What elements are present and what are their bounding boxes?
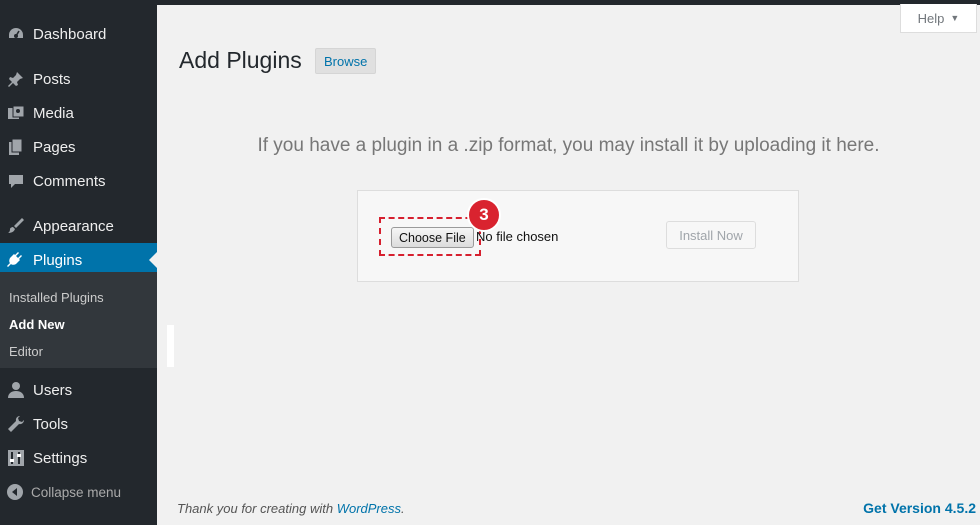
sidebar-item-tools[interactable]: Tools xyxy=(0,407,157,441)
footer-thanks-prefix: Thank you for creating with xyxy=(177,501,337,516)
cursor-marker xyxy=(167,325,174,367)
brush-icon xyxy=(7,217,25,235)
collapse-arrow-icon xyxy=(6,483,24,501)
install-now-button[interactable]: Install Now xyxy=(666,221,756,249)
user-icon xyxy=(7,381,25,399)
submenu-item-editor[interactable]: Editor xyxy=(9,344,43,359)
plugin-icon xyxy=(7,251,25,269)
sidebar-item-label: Pages xyxy=(33,138,76,156)
caret-down-icon: ▼ xyxy=(950,13,960,23)
wrench-icon xyxy=(7,415,25,433)
wordpress-link[interactable]: WordPress xyxy=(337,501,401,516)
submenu-item-add-new[interactable]: Add New xyxy=(9,317,65,332)
plugins-submenu: Installed Plugins Add New Editor xyxy=(0,272,157,368)
sidebar-item-label: Plugins xyxy=(33,251,83,269)
collapse-menu-label: Collapse menu xyxy=(31,484,122,500)
sidebar-item-label: Dashboard xyxy=(33,25,107,43)
sidebar-item-label: Settings xyxy=(33,449,88,467)
media-icon xyxy=(7,104,25,122)
sidebar-item-posts[interactable]: Posts xyxy=(0,62,157,96)
sidebar-item-pages[interactable]: Pages xyxy=(0,130,157,164)
collapse-menu-button[interactable]: Collapse menu xyxy=(0,478,157,506)
choose-file-button[interactable]: Choose File xyxy=(391,227,474,248)
get-version-link[interactable]: Get Version 4.5.2 xyxy=(863,500,976,516)
upload-description: If you have a plugin in a .zip format, y… xyxy=(257,135,880,156)
sidebar-item-dashboard[interactable]: Dashboard xyxy=(0,17,157,51)
footer-thanks-suffix: . xyxy=(401,501,405,516)
browse-button[interactable]: Browse xyxy=(315,48,377,74)
sidebar-item-label: Posts xyxy=(33,70,71,88)
comment-icon xyxy=(7,172,25,190)
dashboard-icon xyxy=(7,25,25,43)
sidebar-item-label: Tools xyxy=(33,415,69,433)
sidebar-item-settings[interactable]: Settings xyxy=(0,441,157,475)
step-number-badge: 3 xyxy=(467,198,501,232)
submenu-item-installed-plugins[interactable]: Installed Plugins xyxy=(9,290,104,305)
sidebar-item-label: Media xyxy=(33,104,74,122)
sidebar-item-appearance[interactable]: Appearance xyxy=(0,209,157,243)
sidebar-item-label: Comments xyxy=(33,172,106,190)
sidebar-item-comments[interactable]: Comments xyxy=(0,164,157,198)
sidebar-item-media[interactable]: Media xyxy=(0,96,157,130)
pages-icon xyxy=(7,138,25,156)
page-title: Add Plugins xyxy=(179,47,302,73)
sidebar-item-label: Users xyxy=(33,381,73,399)
settings-icon xyxy=(7,449,25,467)
pushpin-icon xyxy=(7,70,25,88)
sidebar-item-label: Appearance xyxy=(33,217,114,235)
help-tab-button[interactable]: Help ▼ xyxy=(900,4,977,33)
footer-thanks: Thank you for creating with WordPress. xyxy=(177,501,405,516)
sidebar-item-users[interactable]: Users xyxy=(0,373,157,407)
help-label: Help xyxy=(917,10,945,26)
